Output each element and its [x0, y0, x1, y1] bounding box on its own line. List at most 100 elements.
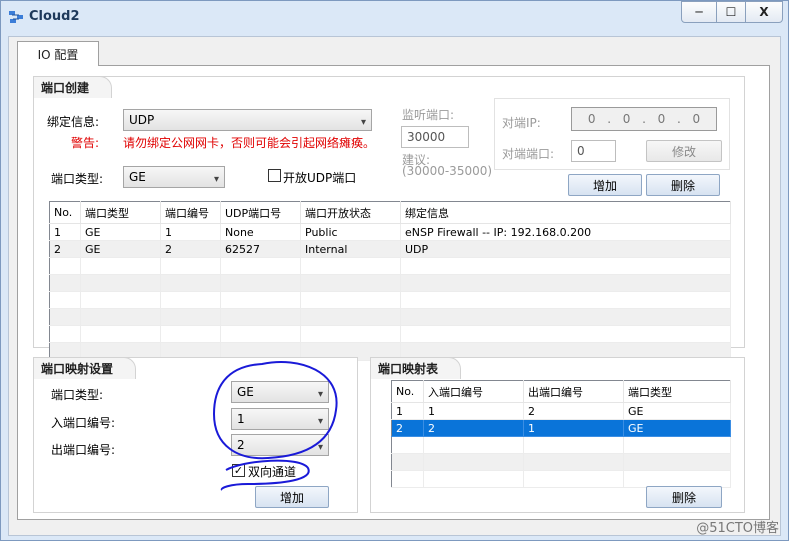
in-port-select[interactable]: 1 ▾ — [231, 408, 329, 430]
in-port-value: 1 — [237, 412, 245, 426]
cell: UDP — [400, 240, 731, 258]
col-out-port[interactable]: 出端口编号 — [523, 380, 624, 403]
delete-mapping-button[interactable]: 删除 — [646, 486, 722, 508]
add-port-button[interactable]: 增加 — [568, 174, 642, 196]
peer-port-label: 对端端口: — [502, 147, 555, 161]
col-bind-info[interactable]: 绑定信息 — [400, 201, 731, 224]
map-port-type-value: GE — [237, 385, 254, 399]
minimize-button[interactable]: ─ — [681, 1, 717, 23]
cell: GE — [80, 240, 161, 258]
cell: 2 — [523, 402, 624, 420]
cell: 2 — [49, 240, 81, 258]
cell: 2 — [423, 419, 524, 437]
table-header-row: No. 入端口编号 出端口编号 端口类型 — [391, 380, 731, 403]
peer-ip-octet-2: 0 — [622, 112, 631, 126]
out-port-label: 出端口编号: — [51, 443, 116, 457]
port-type-select[interactable]: GE ▾ — [123, 166, 225, 188]
cell: None — [220, 223, 301, 241]
delete-port-button[interactable]: 删除 — [646, 174, 720, 196]
bind-info-label: 绑定信息: — [47, 115, 100, 129]
cell: GE — [623, 419, 731, 437]
cell: Public — [300, 223, 401, 241]
table-row[interactable]: 1 GE 1 None Public eNSP Firewall -- IP: … — [49, 223, 731, 241]
col-port-number[interactable]: 端口编号 — [160, 201, 221, 224]
col-port-type[interactable]: 端口类型 — [80, 201, 161, 224]
empty-row — [391, 453, 731, 471]
table-header-row: No. 端口类型 端口编号 UDP端口号 端口开放状态 绑定信息 — [49, 201, 731, 224]
col-no[interactable]: No. — [391, 380, 424, 403]
peer-ip-octet-1: 0 — [587, 112, 596, 126]
peer-ip-dot: . — [642, 112, 646, 126]
col-udp-port[interactable]: UDP端口号 — [220, 201, 301, 224]
empty-row — [391, 470, 731, 488]
empty-row — [391, 436, 731, 454]
col-no[interactable]: No. — [49, 201, 81, 224]
map-port-type-select[interactable]: GE ▾ — [231, 381, 329, 403]
warning-text: 请勿绑定公网网卡，否则可能会引起网络瘫痪。 — [123, 136, 376, 150]
cell: GE — [80, 223, 161, 241]
cell: 2 — [160, 240, 221, 258]
out-port-select[interactable]: 2 ▾ — [231, 434, 329, 456]
peer-ip-dot: . — [676, 112, 681, 126]
warning-label: 警告: — [71, 136, 100, 150]
empty-row — [49, 257, 731, 275]
mapping-settings-title: 端口映射设置 — [33, 357, 137, 379]
title-bar[interactable]: Cloud2 ─ ☐ X — [1, 1, 788, 31]
table-row[interactable]: 1 1 2 GE — [391, 402, 731, 420]
empty-row — [49, 308, 731, 326]
peer-ip-octet-4: 0 — [692, 112, 701, 126]
chevron-down-icon: ▾ — [213, 174, 219, 185]
window-title: Cloud2 — [29, 9, 80, 24]
checkmark-icon: ✓ — [233, 464, 244, 477]
peer-ip-label: 对端IP: — [502, 116, 541, 130]
port-create-title: 端口创建 — [33, 76, 113, 98]
table-row[interactable]: 2 GE 2 62527 Internal UDP — [49, 240, 731, 258]
listen-port-label: 监听端口: — [402, 108, 455, 122]
cell: 2 — [391, 419, 424, 437]
bind-info-select[interactable]: UDP ▾ — [123, 109, 372, 131]
open-udp-checkbox[interactable] — [268, 169, 281, 182]
bind-info-value: UDP — [129, 113, 155, 127]
peer-ip-input[interactable]: 0 . 0 . 0 . 0 — [571, 107, 717, 131]
cell: eNSP Firewall -- IP: 192.168.0.200 — [400, 223, 731, 241]
table-row-selected[interactable]: 2 2 1 GE — [391, 419, 731, 437]
bidirectional-label: 双向通道 — [248, 465, 297, 479]
chevron-down-icon: ▾ — [317, 389, 323, 400]
col-in-port[interactable]: 入端口编号 — [423, 380, 524, 403]
modify-button[interactable]: 修改 — [646, 140, 722, 162]
cell: 1 — [49, 223, 81, 241]
cell: 1 — [160, 223, 221, 241]
mapping-table[interactable]: No. 入端口编号 出端口编号 端口类型 1 1 2 GE 2 2 1 GE — [391, 380, 731, 488]
watermark: @51CTO博客 — [696, 521, 779, 536]
out-port-value: 2 — [237, 438, 245, 452]
chevron-down-icon: ▾ — [317, 416, 323, 427]
tab-io-config[interactable]: IO 配置 — [17, 41, 99, 66]
port-table[interactable]: No. 端口类型 端口编号 UDP端口号 端口开放状态 绑定信息 1 GE 1 … — [49, 201, 731, 361]
mapping-table-title: 端口映射表 — [370, 357, 462, 379]
cell: GE — [623, 402, 731, 420]
close-button[interactable]: X — [745, 1, 783, 23]
add-mapping-button[interactable]: 增加 — [255, 486, 329, 508]
suggest-range: (30000-35000) — [402, 164, 493, 178]
cell: 1 — [423, 402, 524, 420]
bidirectional-checkbox[interactable]: ✓ — [232, 464, 245, 477]
chevron-down-icon: ▾ — [317, 442, 323, 453]
empty-row — [49, 291, 731, 309]
listen-port-input[interactable]: 30000 — [401, 126, 469, 148]
peer-ip-octet-3: 0 — [657, 112, 666, 126]
maximize-button[interactable]: ☐ — [716, 1, 746, 23]
empty-row — [49, 325, 731, 343]
empty-row — [49, 274, 731, 292]
cell: 62527 — [220, 240, 301, 258]
cloud-app-icon — [9, 11, 23, 23]
cell: 1 — [391, 402, 424, 420]
in-port-label: 入端口编号: — [51, 416, 116, 430]
col-port-type[interactable]: 端口类型 — [623, 380, 731, 403]
cell: Internal — [300, 240, 401, 258]
peer-ip-dot: . — [607, 112, 612, 126]
peer-port-input[interactable]: 0 — [571, 140, 616, 162]
port-type-label: 端口类型: — [51, 172, 104, 186]
cell: 1 — [523, 419, 624, 437]
col-open-state[interactable]: 端口开放状态 — [300, 201, 401, 224]
chevron-down-icon: ▾ — [360, 117, 366, 128]
